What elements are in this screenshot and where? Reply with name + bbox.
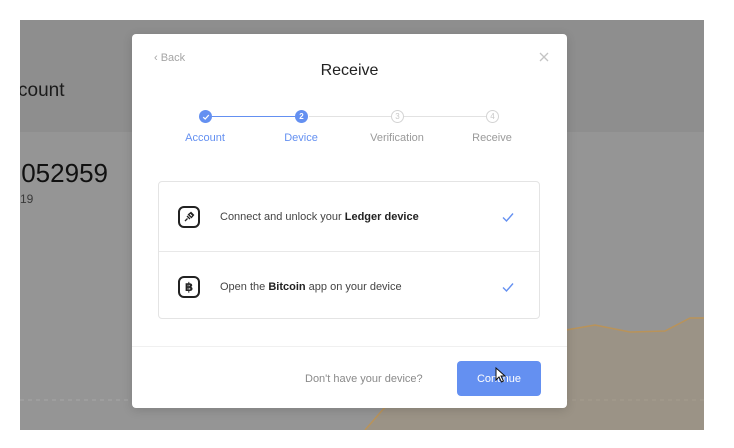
task-connect-text: Connect and unlock your Ledger device — [220, 210, 419, 223]
step-connector — [404, 116, 486, 117]
task-connect-device: Connect and unlock your Ledger device — [159, 182, 539, 251]
step-connector — [212, 116, 296, 117]
step-label-device: Device — [284, 132, 318, 144]
check-icon — [502, 282, 514, 292]
step-verification-number: 3 — [391, 110, 404, 123]
device-checklist: Connect and unlock your Ledger device ฿ … — [158, 181, 540, 319]
mouse-pointer-icon — [495, 367, 507, 383]
step-device-number: 2 — [295, 110, 308, 123]
step-receive-number: 4 — [486, 110, 499, 123]
modal-title: Receive — [320, 62, 379, 79]
task-open-app-text: Open the Bitcoin app on your device — [220, 280, 402, 293]
step-label-receive: Receive — [472, 132, 512, 144]
receive-modal: ‹ Back Receive 2 3 4 Account Device Veri… — [132, 34, 567, 408]
step-label-account: Account — [185, 132, 225, 144]
check-icon — [502, 212, 514, 222]
plug-icon — [178, 205, 200, 228]
stepper: 2 3 4 Account Device Verification Receiv… — [132, 110, 567, 150]
step-connector — [309, 116, 391, 117]
account-page-title: count — [20, 80, 65, 101]
task-open-app: ฿ Open the Bitcoin app on your device — [159, 251, 539, 321]
step-label-verification: Verification — [370, 132, 424, 144]
bitcoin-icon: ฿ — [178, 275, 200, 298]
step-account-done-icon — [199, 110, 212, 123]
no-device-link[interactable]: Don't have your device? — [305, 373, 423, 385]
